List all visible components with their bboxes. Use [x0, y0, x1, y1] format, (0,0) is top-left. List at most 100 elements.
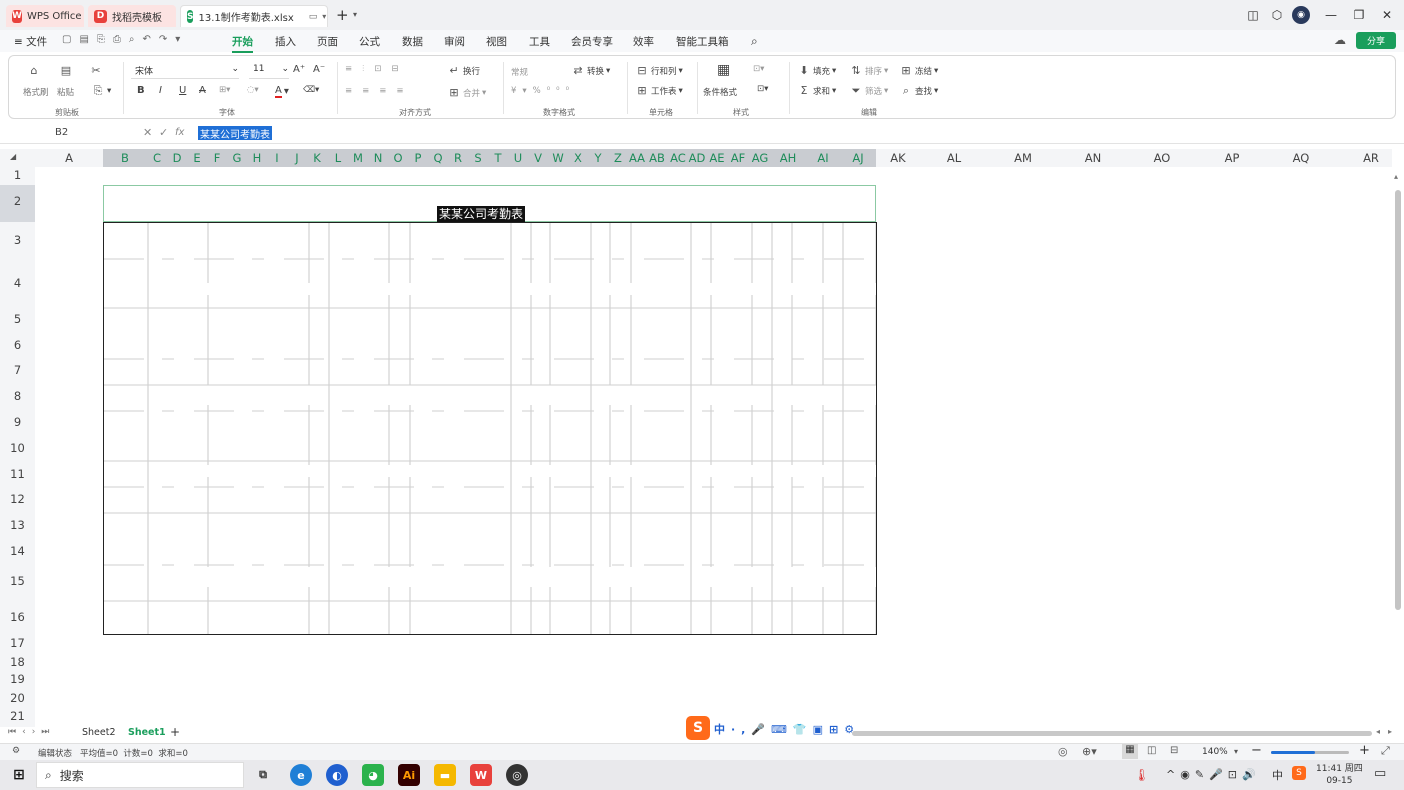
monitor-icon[interactable]: ▭ [309, 12, 318, 22]
ime-toolbar[interactable]: 中·,🎤⌨👕▣⊞⚙ [714, 721, 860, 737]
normal-view-icon[interactable]: ▦ [1122, 744, 1138, 759]
row-header-10[interactable]: 10 [0, 441, 35, 455]
minimize-icon[interactable]: — [1322, 6, 1340, 24]
recorder-icon[interactable]: ◎ [506, 764, 528, 786]
merged-title-cell[interactable]: 某某公司考勤表 [103, 185, 876, 222]
row-header-14[interactable]: 14 [0, 544, 35, 558]
menu-home[interactable]: 开始 [232, 34, 253, 53]
chevron-down-icon[interactable]: ▾ [353, 10, 357, 19]
macro-icon[interactable]: ⚙ [12, 746, 20, 756]
chevron-down-icon[interactable]: ▾ [322, 12, 326, 21]
select-all-icon[interactable]: ◢ [10, 152, 16, 161]
attendance-table-area[interactable] [103, 222, 877, 635]
fullscreen-icon[interactable]: ⤢ [1381, 744, 1390, 758]
row-header-15[interactable]: 15 [0, 574, 35, 588]
column-header-aj[interactable]: AJ [845, 149, 871, 167]
avatar[interactable]: ◉ [1292, 6, 1310, 24]
horizontal-align-icons[interactable]: ≡≡≡≡ [345, 86, 414, 96]
number-format-icons[interactable]: ¥▾%⁰⁰⁰ [511, 86, 575, 96]
menu-member[interactable]: 会员专享 [571, 34, 613, 49]
confirm-icon[interactable]: ✓ [159, 126, 168, 139]
paste-button[interactable]: ▤ [59, 64, 73, 78]
bold-icon[interactable]: B [137, 85, 145, 96]
convert-button[interactable]: ⇄ 转换 ▾ [571, 64, 610, 78]
tab-docer-templates[interactable]: D 找稻壳模板 [88, 5, 176, 27]
zoom-out-button[interactable]: − [1251, 743, 1262, 758]
paste-label[interactable]: 粘贴 [57, 86, 74, 98]
freeze-button[interactable]: ⊞ 冻结 ▾ [899, 64, 938, 78]
underline-icon[interactable]: U [179, 85, 186, 96]
style-border-icon[interactable]: ⊡▾ [757, 84, 768, 94]
file-menu[interactable]: ≡ 文件 [14, 34, 47, 49]
row-header-1[interactable]: 1 [0, 168, 35, 182]
row-header-17[interactable]: 17 [0, 636, 35, 650]
close-icon[interactable]: ✕ [1378, 6, 1396, 24]
font-color-button[interactable]: A ▾ [275, 85, 289, 98]
menu-formula[interactable]: 公式 [359, 34, 380, 49]
cell-style-icon[interactable]: ⊡▾ [753, 64, 764, 74]
windows-start-icon[interactable]: ⊞ [8, 764, 30, 786]
column-header-aq[interactable]: AQ [1288, 149, 1314, 167]
tab-wps-office[interactable]: W WPS Office [6, 5, 84, 27]
table-style-icon[interactable]: ▦ [717, 62, 730, 78]
sheet-tab-sheet1[interactable]: Sheet1 [128, 727, 166, 738]
row-header-13[interactable]: 13 [0, 518, 35, 532]
border-icon[interactable]: ⊞▾ [219, 85, 230, 95]
scroll-arrows[interactable]: ◂▸ [1376, 727, 1400, 736]
restore-icon[interactable]: ❐ [1350, 6, 1368, 24]
chevron-down-icon[interactable]: ▾ [1234, 747, 1238, 756]
new-tab-button[interactable]: + [336, 6, 349, 24]
row-header-9[interactable]: 9 [0, 415, 35, 429]
column-header-ai[interactable]: AI [810, 149, 836, 167]
column-header-ao[interactable]: AO [1149, 149, 1175, 167]
row-header-21[interactable]: 21 [0, 709, 35, 723]
clear-format-icon[interactable]: ⌫▾ [303, 85, 319, 95]
thermometer-icon[interactable]: 🌡 [1134, 768, 1149, 782]
row-header-18[interactable]: 18 [0, 655, 35, 669]
notification-icon[interactable]: ▭ [1374, 766, 1386, 781]
horizontal-scrollbar[interactable] [852, 731, 1372, 736]
row-header-19[interactable]: 19 [0, 672, 35, 686]
font-name-select[interactable]: 宋体 ⌄ [131, 64, 239, 79]
row-header-4[interactable]: 4 [0, 276, 35, 290]
zoom-slider-track[interactable] [1271, 751, 1349, 754]
wrap-button[interactable]: ↵ 换行 [447, 64, 480, 78]
cond-format-button[interactable]: 条件格式 [703, 86, 737, 98]
find-button[interactable]: ⌕ 查找 ▾ [899, 84, 938, 98]
quick-access-icons[interactable]: ▢▤⎘⎙⌕↶↷▾ [62, 34, 188, 45]
row-header-8[interactable]: 8 [0, 389, 35, 403]
add-sheet-button[interactable]: + [170, 725, 180, 739]
eye-protection-icon[interactable]: ◎ [1058, 745, 1068, 758]
column-header-am[interactable]: AM [1010, 149, 1036, 167]
sum-button[interactable]: Σ 求和 ▾ [797, 84, 837, 98]
clock[interactable]: 11:41 周四 09-15 [1316, 763, 1363, 787]
column-header-b[interactable]: B [112, 149, 138, 167]
task-view-icon[interactable]: ⧉ [252, 764, 274, 786]
menu-view[interactable]: 视图 [486, 34, 507, 49]
merge-button[interactable]: ⊞ 合并 ▾ [447, 86, 486, 100]
menu-smart-toolbox[interactable]: 智能工具箱 [676, 34, 729, 49]
ime-indicator[interactable]: 中 [1272, 767, 1283, 783]
column-header-al[interactable]: AL [941, 149, 967, 167]
taskbar-search-box[interactable]: ⌕ 搜索 [36, 762, 244, 788]
decrease-font-icon[interactable]: A⁻ [313, 64, 325, 75]
row-header-20[interactable]: 20 [0, 691, 35, 705]
scroll-up-icon[interactable]: ▴ [1394, 172, 1402, 182]
worksheet-button[interactable]: ⊞ 工作表 ▾ [635, 84, 682, 98]
font-size-select[interactable]: 11 ⌄ [249, 64, 289, 79]
format-painter-button[interactable]: ⌂ [27, 64, 41, 78]
sogou-ime-icon[interactable]: S [686, 716, 710, 740]
row-col-button[interactable]: ⊟ 行和列 ▾ [635, 64, 682, 78]
column-header-ap[interactable]: AP [1219, 149, 1245, 167]
row-header-7[interactable]: 7 [0, 363, 35, 377]
edge-icon[interactable]: e [290, 764, 312, 786]
vertical-align-icons[interactable]: ≡⫶⊡⊟ [345, 64, 409, 74]
menu-data[interactable]: 数据 [402, 34, 423, 49]
sheet-tab-sheet2[interactable]: Sheet2 [82, 727, 116, 738]
italic-icon[interactable]: I [159, 85, 162, 96]
tab-spreadsheet[interactable]: S 13.1制作考勤表.xlsx ▭ ▾ [180, 5, 328, 27]
crosshair-icon[interactable]: ⊕▾ [1082, 745, 1097, 758]
menu-review[interactable]: 审阅 [444, 34, 465, 49]
fill-color-icon[interactable]: ◌▾ [247, 85, 259, 95]
wechat-icon[interactable]: ◕ [362, 764, 384, 786]
